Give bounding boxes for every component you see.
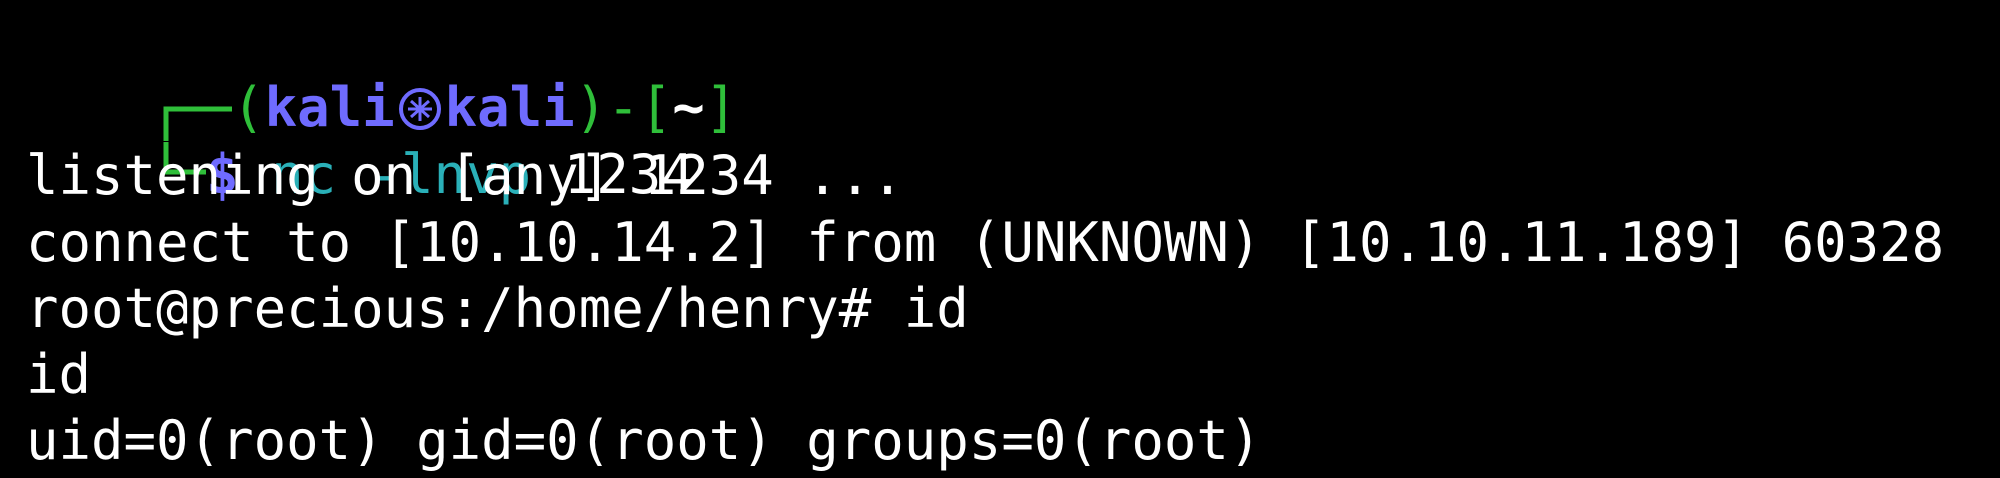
bracket-close: ] (704, 76, 738, 139)
output-line: root@precious:/home/henry# id (26, 277, 969, 340)
output-line: uid=0(root) gid=0(root) groups=0(root) (26, 409, 1262, 472)
prompt-header-line: (kali kali)-[~] (26, 9, 737, 141)
output-line: id (26, 343, 92, 406)
command-line: $ nc -lnvp 1234 (26, 76, 694, 206)
output-line: connect to [10.10.14.2] from (UNKNOWN) [… (26, 211, 1945, 274)
output-line: listening on [any] 1234 ... (26, 144, 904, 207)
terminal-window[interactable]: (kali kali)-[~] $ nc -lnvp 1234 listenin… (0, 0, 2000, 478)
